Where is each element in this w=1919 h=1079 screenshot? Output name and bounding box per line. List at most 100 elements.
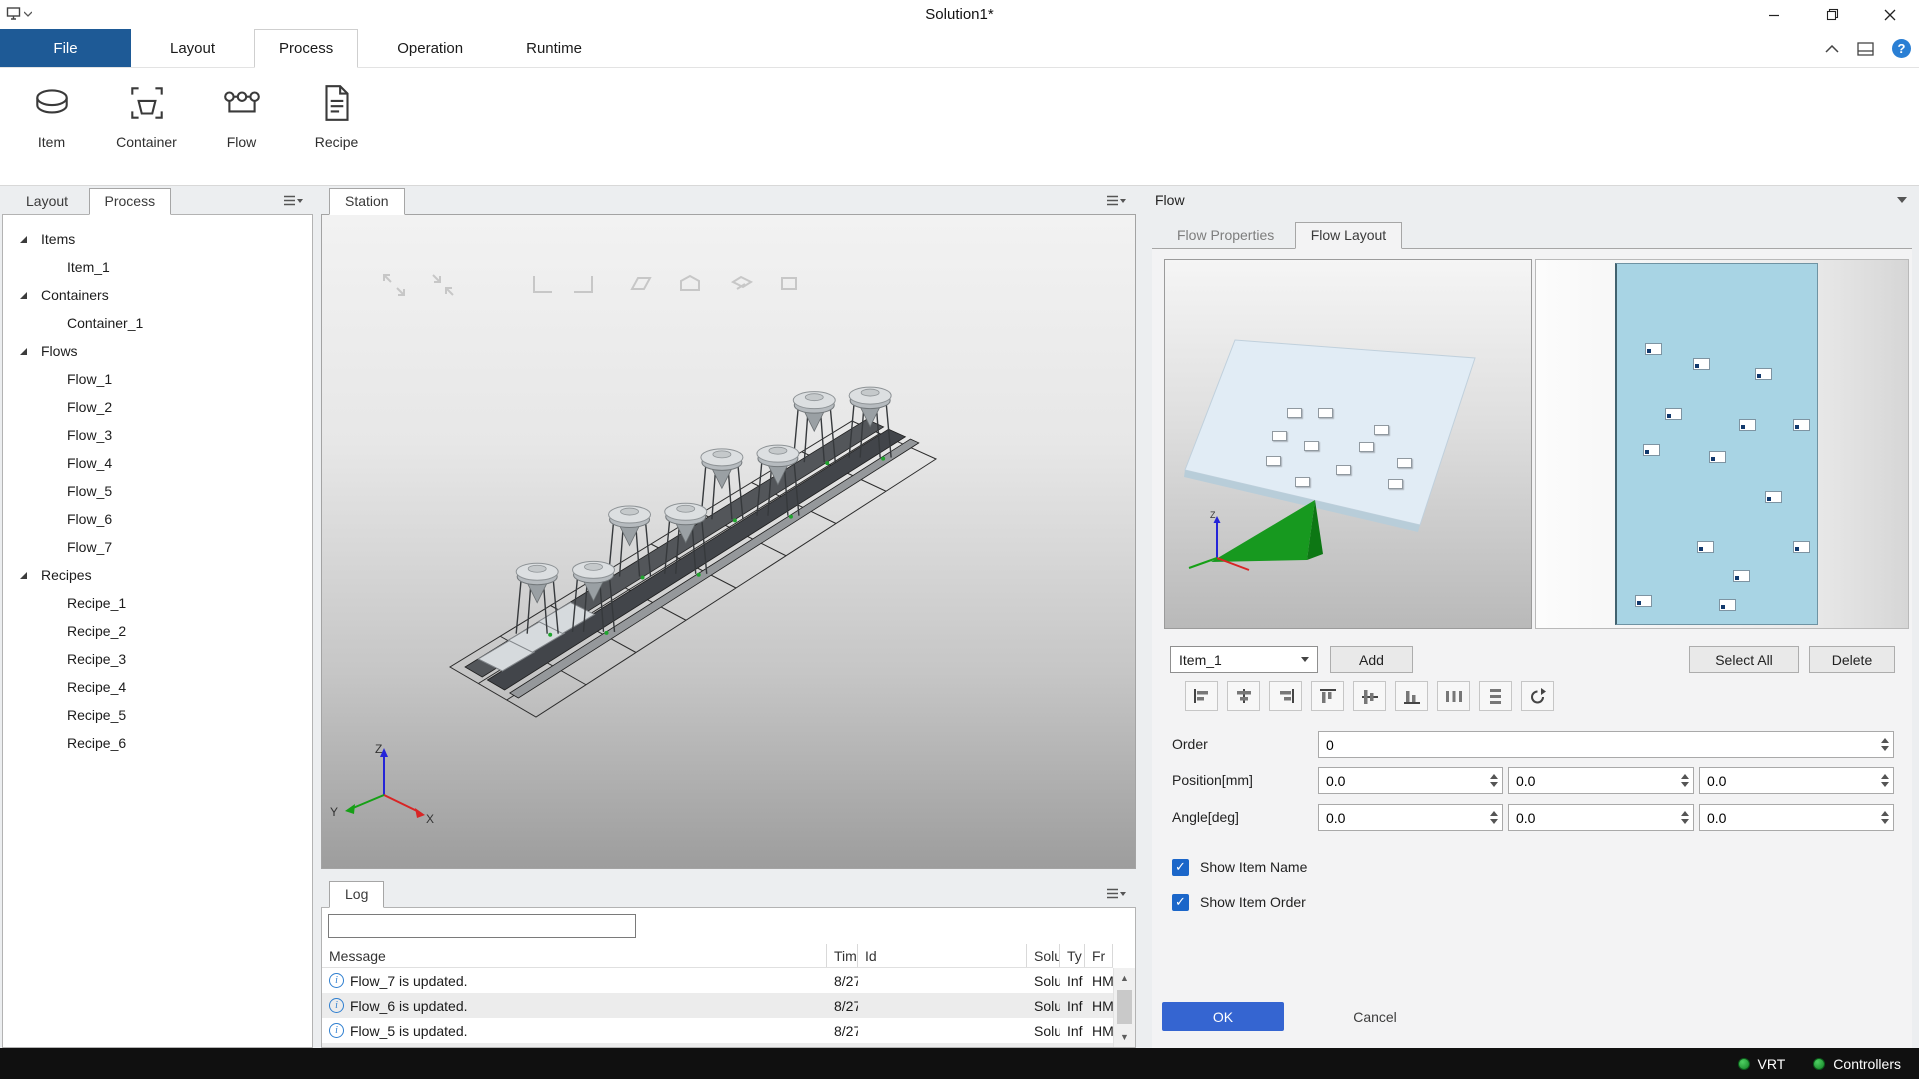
log-row[interactable]: iFlow_7 is updated.8/27SoluInfHM <box>322 968 1113 993</box>
tree-item-recipe_3[interactable]: Recipe_3 <box>3 645 312 673</box>
select-all-button[interactable]: Select All <box>1689 646 1799 673</box>
spinner-icon[interactable] <box>1878 732 1891 757</box>
expander-icon[interactable] <box>20 348 27 355</box>
position-y-input[interactable] <box>1508 767 1694 794</box>
flow-item-marker[interactable] <box>1709 451 1726 463</box>
log-column-header[interactable]: Ty <box>1060 944 1085 967</box>
angle-x-field[interactable] <box>1319 805 1486 830</box>
tool-align-middle-button[interactable] <box>1353 681 1386 711</box>
flow-item-marker[interactable] <box>1266 456 1281 466</box>
tool-distribute-vertical-button[interactable] <box>1479 681 1512 711</box>
tree-item-recipe_1[interactable]: Recipe_1 <box>3 589 312 617</box>
tab-layout-tree[interactable]: Layout <box>10 188 84 215</box>
flow-item-marker[interactable] <box>1643 444 1660 456</box>
flow-item-marker[interactable] <box>1336 465 1351 475</box>
tree-item-recipe_2[interactable]: Recipe_2 <box>3 617 312 645</box>
flow-item-marker[interactable] <box>1287 408 1302 418</box>
log-column-header[interactable]: Solu <box>1027 944 1060 967</box>
flow-item-marker[interactable] <box>1272 431 1287 441</box>
cancel-button[interactable]: Cancel <box>1337 1002 1413 1031</box>
log-row[interactable]: iFlow_4 is updated.8/27SoluInfHM <box>322 1043 1113 1047</box>
add-button[interactable]: Add <box>1330 646 1413 673</box>
scroll-thumb[interactable] <box>1117 990 1132 1024</box>
checkbox-show-item-order[interactable] <box>1172 894 1189 911</box>
tab-station[interactable]: Station <box>329 188 405 215</box>
flow-item-marker[interactable] <box>1397 458 1412 468</box>
tool-align-left-button[interactable] <box>1185 681 1218 711</box>
tree-item-flow_2[interactable]: Flow_2 <box>3 393 312 421</box>
tool-align-bottom-button[interactable] <box>1395 681 1428 711</box>
tab-log[interactable]: Log <box>329 881 384 908</box>
flow-item-marker[interactable] <box>1793 419 1810 431</box>
position-y-field[interactable] <box>1509 768 1677 793</box>
flow-item-marker[interactable] <box>1793 541 1810 553</box>
order-value-field[interactable] <box>1319 732 1877 757</box>
close-button[interactable] <box>1861 0 1919 29</box>
tab-flow-layout[interactable]: Flow Layout <box>1295 222 1402 249</box>
recipe-button[interactable]: Recipe <box>289 68 384 185</box>
log-row[interactable]: iFlow_5 is updated.8/27SoluInfHM <box>322 1018 1113 1043</box>
tree-item-flow_1[interactable]: Flow_1 <box>3 365 312 393</box>
tab-operation[interactable]: Operation <box>373 29 487 67</box>
flow-item-marker[interactable] <box>1665 408 1682 420</box>
tree-item-flows[interactable]: Flows <box>3 337 312 365</box>
flow-item-marker[interactable] <box>1304 441 1319 451</box>
flow-item-marker[interactable] <box>1697 541 1714 553</box>
position-z-input[interactable] <box>1699 767 1894 794</box>
item-select-dropdown[interactable]: Item_1 <box>1170 646 1318 673</box>
spinner-icon[interactable] <box>1678 805 1691 830</box>
tool-distribute-horizontal-button[interactable] <box>1437 681 1470 711</box>
item-button[interactable]: Item <box>4 68 99 185</box>
expander-icon[interactable] <box>20 572 27 579</box>
minimize-button[interactable] <box>1745 0 1803 29</box>
checkbox-show-item-name[interactable] <box>1172 859 1189 876</box>
flow-item-marker[interactable] <box>1388 479 1403 489</box>
tree-item-recipe_4[interactable]: Recipe_4 <box>3 673 312 701</box>
log-column-header[interactable]: Message <box>322 944 827 967</box>
flow-2d-canvas[interactable] <box>1615 263 1818 625</box>
tree-item-flow_7[interactable]: Flow_7 <box>3 533 312 561</box>
tool-align-top-button[interactable] <box>1311 681 1344 711</box>
flow-item-marker[interactable] <box>1359 442 1374 452</box>
angle-z-field[interactable] <box>1700 805 1877 830</box>
flow-item-marker[interactable] <box>1739 419 1756 431</box>
delete-button[interactable]: Delete <box>1809 646 1895 673</box>
tab-file[interactable]: File <box>0 29 131 67</box>
flow-button[interactable]: Flow <box>194 68 289 185</box>
angle-y-input[interactable] <box>1508 804 1694 831</box>
panel-menu-icon[interactable] <box>1106 194 1126 212</box>
flow-item-marker[interactable] <box>1645 343 1662 355</box>
log-filter-input[interactable] <box>328 914 636 938</box>
tree-item-flow_4[interactable]: Flow_4 <box>3 449 312 477</box>
chevron-down-icon[interactable] <box>1897 197 1907 203</box>
flow-item-marker[interactable] <box>1318 408 1333 418</box>
viewport-toolbar-icons[interactable] <box>384 275 796 295</box>
log-row[interactable]: iFlow_6 is updated.8/27SoluInfHM <box>322 993 1113 1018</box>
flow-item-marker[interactable] <box>1635 595 1652 607</box>
flow-2d-preview[interactable] <box>1535 259 1909 629</box>
log-column-header[interactable]: Tim <box>827 944 858 967</box>
app-icon[interactable] <box>6 6 32 21</box>
tree-item-flow_5[interactable]: Flow_5 <box>3 477 312 505</box>
expander-icon[interactable] <box>20 292 27 299</box>
tool-rotate-90-button[interactable] <box>1521 681 1554 711</box>
flow-item-marker[interactable] <box>1755 368 1772 380</box>
tool-align-center-horizontal-button[interactable] <box>1227 681 1260 711</box>
position-x-field[interactable] <box>1319 768 1486 793</box>
tree-item-item_1[interactable]: Item_1 <box>3 253 312 281</box>
flow-item-marker[interactable] <box>1719 599 1736 611</box>
tree-item-recipe_5[interactable]: Recipe_5 <box>3 701 312 729</box>
collapse-ribbon-icon[interactable] <box>1825 45 1839 53</box>
panel-layout-icon[interactable] <box>1857 42 1874 56</box>
container-button[interactable]: Container <box>99 68 194 185</box>
tool-align-right-button[interactable] <box>1269 681 1302 711</box>
help-icon[interactable]: ? <box>1892 39 1911 58</box>
log-column-header[interactable]: Fr <box>1085 944 1113 967</box>
panel-menu-icon[interactable] <box>1106 887 1126 905</box>
spinner-icon[interactable] <box>1878 768 1891 793</box>
log-column-header[interactable]: Id <box>858 944 1027 967</box>
station-3d-viewport[interactable]: Z X Y <box>321 214 1136 869</box>
scroll-up-icon[interactable]: ▲ <box>1114 968 1135 988</box>
tab-process-tree[interactable]: Process <box>89 188 172 215</box>
tree-item-flow_3[interactable]: Flow_3 <box>3 421 312 449</box>
